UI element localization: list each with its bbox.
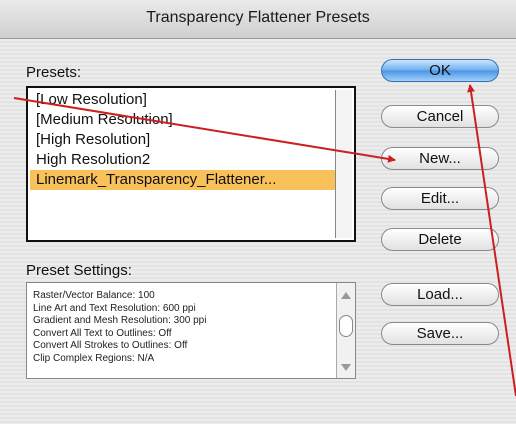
annotation-arrow-ok bbox=[467, 84, 516, 397]
annotation-arrows bbox=[13, 84, 516, 397]
annotation-arrow-new bbox=[13, 97, 396, 163]
